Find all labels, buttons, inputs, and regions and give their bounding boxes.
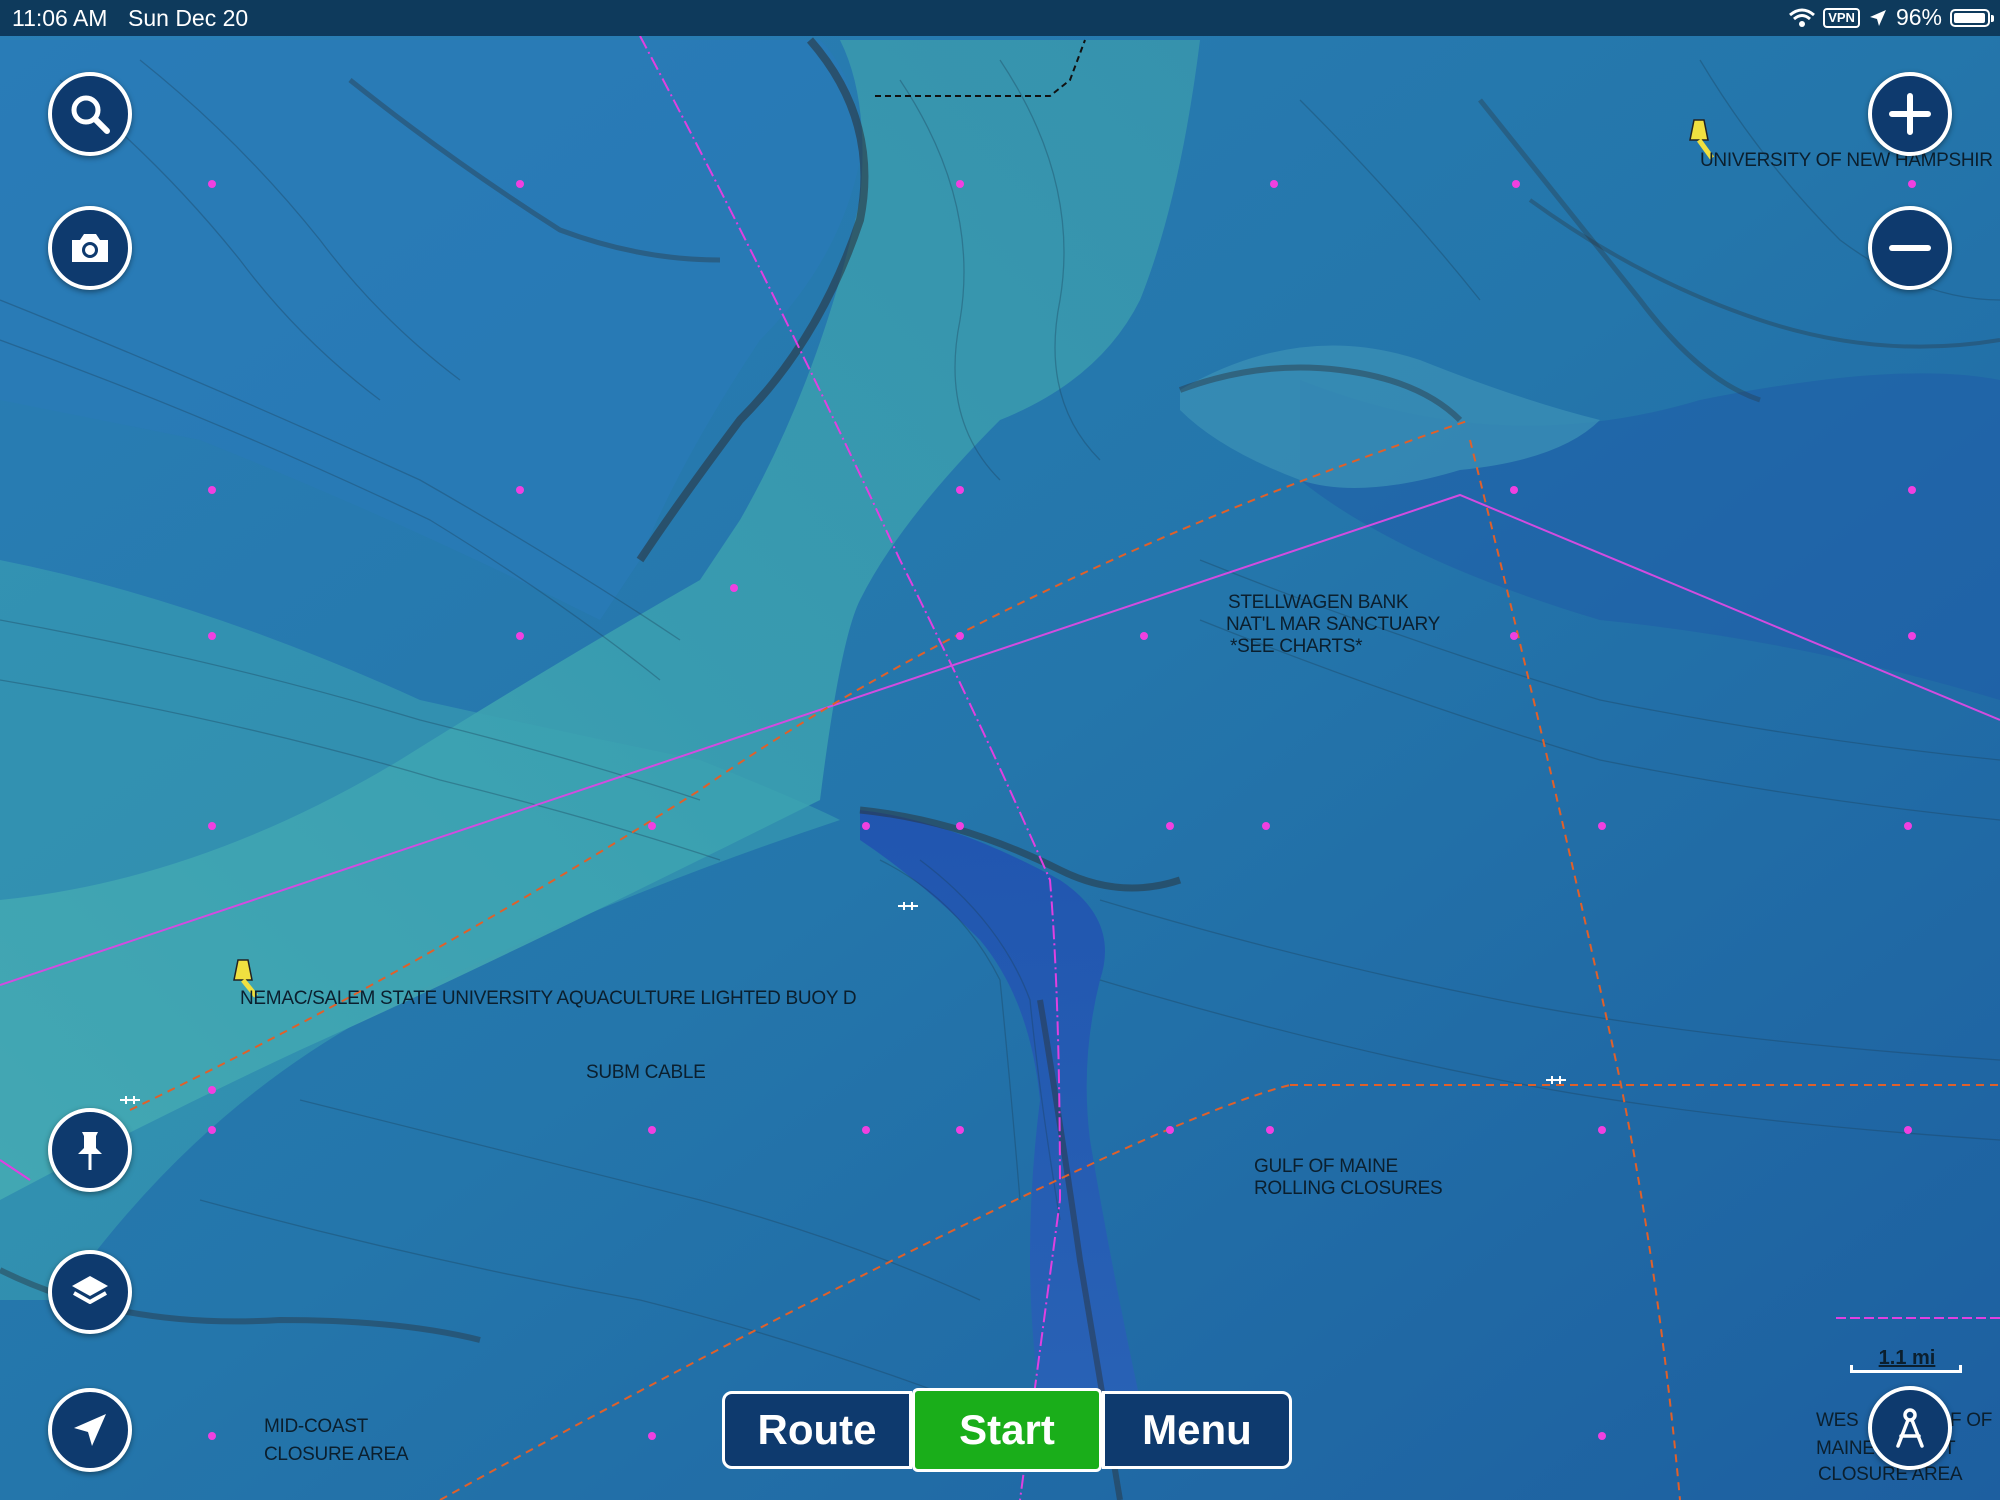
label-gulf-of-maine-2: ROLLING CLOSURES: [1254, 1178, 1443, 1199]
pin-icon: [78, 1132, 102, 1170]
nautical-chart-map[interactable]: [0, 0, 2000, 1500]
label-nemac-buoy: NEMAC/SALEM STATE UNIVERSITY AQUACULTURE…: [240, 988, 857, 1009]
scale-bar: [1850, 1365, 1962, 1373]
camera-icon: [72, 234, 108, 262]
start-button[interactable]: Start: [912, 1388, 1102, 1472]
battery-percent: 96%: [1895, 4, 1942, 30]
route-button[interactable]: Route: [722, 1391, 912, 1469]
search-icon: [71, 95, 110, 134]
label-mid-coast-2: CLOSURE AREA: [264, 1444, 409, 1465]
layers-icon: [72, 1276, 108, 1304]
status-indicators: VPN 96%: [1789, 4, 1994, 31]
label-west-3: CLOSURE AREA: [1818, 1464, 1963, 1485]
label-university-new-hampshire: UNIVERSITY OF NEW HAMPSHIR: [1700, 150, 1993, 171]
zoom-out-button[interactable]: [1868, 206, 1952, 290]
label-mid-coast-1: MID-COAST: [264, 1416, 368, 1437]
label-stellwagen-2: NAT'L MAR SANCTUARY: [1226, 614, 1440, 635]
layers-button[interactable]: [48, 1250, 132, 1334]
location-services-icon: [1869, 9, 1886, 26]
label-stellwagen-1: STELLWAGEN BANK: [1228, 592, 1409, 613]
pin-button[interactable]: [48, 1108, 132, 1192]
map-scale: 1.1 mi: [1848, 1347, 1966, 1375]
status-bar: 11:06 AM Sun Dec 20 VPN 96%: [0, 0, 2000, 36]
menu-button[interactable]: Menu: [1102, 1391, 1292, 1469]
label-stellwagen-3: *SEE CHARTS*: [1230, 636, 1363, 657]
zoom-in-button[interactable]: [1868, 72, 1952, 156]
location-button[interactable]: [48, 1388, 132, 1472]
camera-button[interactable]: [48, 206, 132, 290]
label-west-1: WES: [1816, 1410, 1859, 1431]
label-gulf-of-maine-1: GULF OF MAINE: [1254, 1156, 1398, 1177]
label-west-1b: F OF: [1950, 1410, 1993, 1431]
location-arrow-icon: [74, 1414, 106, 1446]
battery-icon: [1950, 8, 1994, 27]
search-button[interactable]: [48, 72, 132, 156]
zoom-out-icon: [1889, 245, 1931, 251]
status-date: Sun Dec 20: [128, 5, 249, 31]
label-west-2: MAINE: [1816, 1438, 1875, 1459]
zoom-in-icon: [1889, 93, 1931, 135]
tracking-button[interactable]: [1868, 1386, 1952, 1470]
wifi-icon: [1789, 8, 1816, 27]
vpn-badge: VPN: [1823, 7, 1860, 28]
bottom-action-bar: Route Start Menu: [722, 1388, 1292, 1472]
label-subm-cable: SUBM CABLE: [586, 1062, 706, 1083]
tracking-icon: [1896, 1408, 1924, 1448]
status-time: 11:06 AM: [12, 5, 108, 31]
